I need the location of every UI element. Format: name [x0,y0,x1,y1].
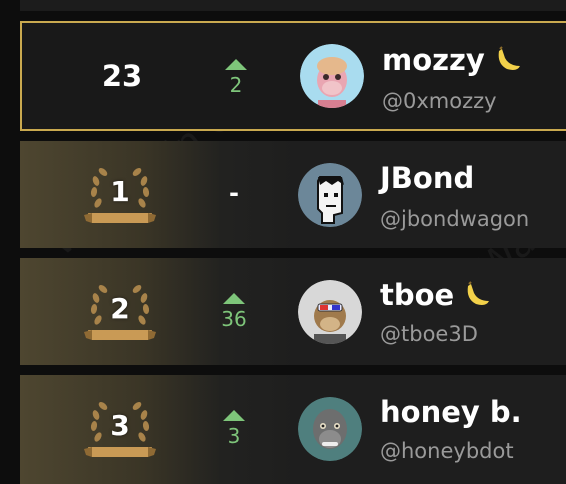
banana-icon [493,44,523,81]
user-name: honey b. [380,395,522,429]
user-name: tboe [380,278,492,316]
avatar[interactable] [298,163,362,227]
arrow-up-icon [223,293,245,304]
rank-change: 3 [208,410,260,448]
rank-change-value: 36 [221,307,247,331]
rank-number: 3 [110,409,130,442]
rank-number: 23 [101,59,143,93]
avatar[interactable] [298,397,362,461]
laurel-rank-badge: 2 [82,276,158,352]
user-handle[interactable]: @jbondwagon [380,207,529,231]
avatar[interactable] [300,44,364,108]
current-user-row[interactable]: 23 2 mozzy @0xmozzy [20,21,566,131]
rank-change-value: 3 [227,424,241,448]
leaderboard-row[interactable]: 2 36 tboe @tboe3D [20,258,566,365]
user-name: mozzy [382,43,523,81]
rank-change-value: - [229,179,239,207]
banana-icon [462,279,492,316]
avatar[interactable] [298,280,362,344]
rank-number: 1 [110,175,130,208]
laurel-rank-badge: 3 [82,393,158,469]
laurel-rank-badge: 1 [82,159,158,235]
arrow-up-icon [223,410,245,421]
user-handle[interactable]: @honeybdot [380,439,514,463]
arrow-up-icon [225,59,247,70]
user-handle[interactable]: @tboe3D [380,322,478,346]
rank-change: 36 [208,293,260,331]
rank-change-value: 2 [229,73,243,97]
rank-change: - [208,179,260,207]
leaderboard-row[interactable]: 1 - JBond @jbondwagon [20,141,566,248]
leaderboard-row[interactable]: 3 3 honey b. @honeybdot [20,375,566,484]
leaderboard-row-partial [20,0,566,11]
user-name: JBond [380,161,475,195]
user-handle[interactable]: @0xmozzy [382,89,497,113]
rank-number: 2 [110,292,130,325]
rank-change: 2 [210,59,262,97]
